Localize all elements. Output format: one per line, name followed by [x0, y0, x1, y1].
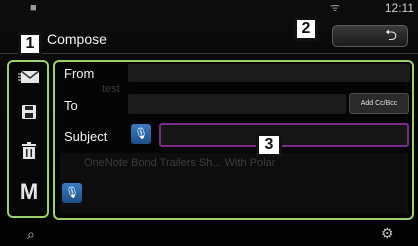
compose-form: test From To Add Cc/Bcc Subject 🎙 OneNot…	[53, 60, 414, 220]
gmail-button[interactable]: M	[15, 180, 43, 204]
back-icon: ⮌	[384, 27, 397, 44]
ghost-text-from: test	[102, 83, 120, 95]
page-title: Compose	[47, 31, 107, 47]
delete-button[interactable]	[15, 142, 43, 166]
mail-icon	[18, 70, 40, 83]
callout-2: 2	[294, 17, 318, 41]
settings-button[interactable]: ⚙	[381, 225, 394, 241]
to-label: To	[64, 98, 78, 113]
subject-label: Subject	[64, 129, 108, 144]
to-field[interactable]	[128, 94, 346, 114]
subject-voice-button[interactable]: 🎙	[131, 124, 151, 144]
status-time: 12:11	[384, 1, 414, 15]
callout-3: 3	[256, 133, 282, 157]
wifi-icon: ᯤ	[330, 2, 341, 14]
save-icon	[22, 105, 36, 119]
notification-icon: ■	[30, 2, 37, 14]
back-button[interactable]: ⮌	[332, 25, 408, 47]
microphone-icon: 🎙	[134, 128, 148, 140]
left-toolbar: M	[7, 60, 49, 218]
header-divider	[0, 53, 418, 54]
add-cc-bcc-button[interactable]: Add Cc/Bcc	[349, 93, 409, 114]
status-bar: ■ ᯤ 12:11	[0, 0, 418, 16]
compose-mail-button[interactable]	[15, 68, 43, 92]
gear-icon: ⚙	[381, 225, 394, 241]
search-icon: ⌕	[27, 226, 35, 242]
subject-input[interactable]	[159, 123, 409, 147]
callout-1: 1	[18, 32, 42, 56]
microphone-icon: 🎙	[65, 187, 79, 199]
save-button[interactable]	[15, 102, 43, 126]
trash-icon	[22, 142, 36, 159]
gmail-icon: M	[19, 179, 39, 204]
body-voice-button[interactable]: 🎙	[62, 183, 82, 203]
screen: ■ ᯤ 12:11 Compose ⮌ 1 2 M test From To A…	[0, 0, 418, 246]
from-field[interactable]	[128, 64, 410, 82]
from-label: From	[64, 66, 95, 81]
search-button[interactable]: ⌕	[27, 226, 35, 242]
ghost-text-body: OneNote Bond Trailers Sh... With Polar	[84, 157, 276, 169]
